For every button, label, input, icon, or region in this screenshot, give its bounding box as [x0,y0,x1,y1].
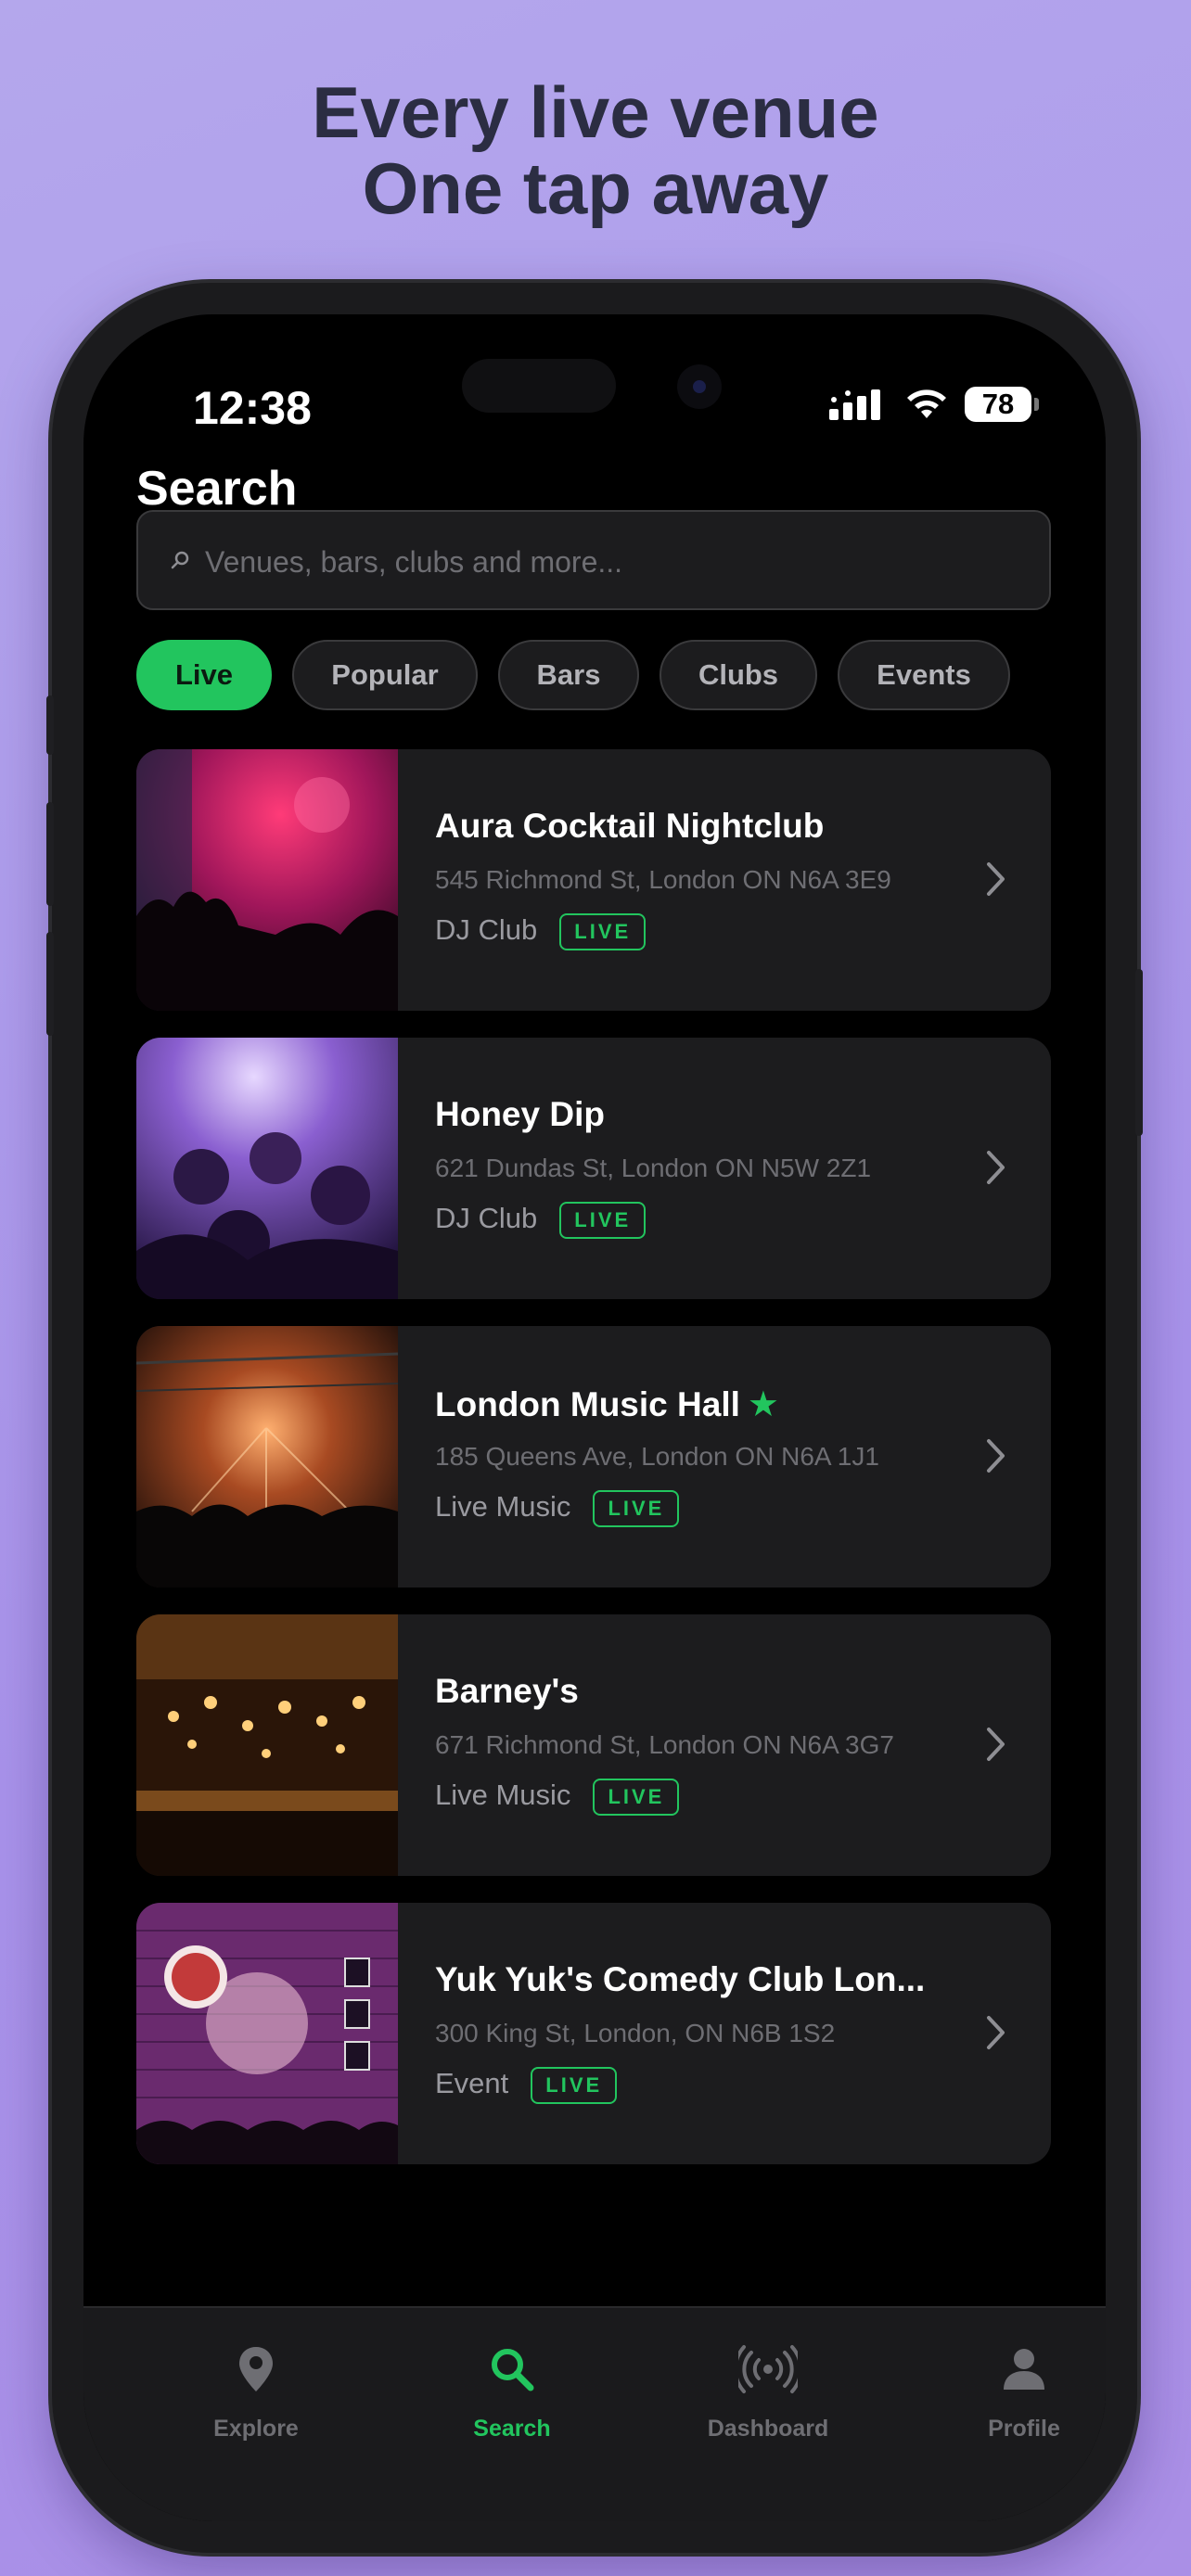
cellular-signal-icon [829,389,880,420]
tab-label: Explore [213,2416,299,2442]
venue-category-row: DJ Club LIVE [435,1202,647,1239]
venue-address: 545 Richmond St, London ON N6A 3E9 [435,865,891,894]
venue-category-row: DJ Club LIVE [435,913,647,950]
venue-category-row: Live Music LIVE [435,1490,680,1527]
venue-name: London Music Hall [435,1385,740,1423]
status-bar: 12:38 78 [83,314,1106,435]
search-input[interactable] [203,536,1023,588]
venue-card[interactable]: London Music Hall ★ 185 Queens Ave, Londo… [136,1326,1051,1588]
headline-line-2: One tap away [362,147,829,229]
venue-photo [136,1326,398,1588]
marketing-headline: Every live venue One tap away [0,74,1191,226]
venue-info: Barney's 671 Richmond St, London ON N6A … [435,1614,992,1876]
live-badge: LIVE [593,1490,680,1527]
venue-address: 621 Dundas St, London ON N5W 2Z1 [435,1154,872,1182]
live-badge: LIVE [559,913,647,950]
filter-chip-clubs[interactable]: Clubs [660,640,817,710]
venue-info: Yuk Yuk's Comedy Club Lon... 300 King St… [435,1903,992,2164]
power-button [1135,969,1143,1136]
filter-chip-popular[interactable]: Popular [292,640,478,710]
venue-category: DJ Club [435,913,538,947]
venue-photo [136,1038,398,1299]
venue-name-row: London Music Hall ★ [435,1384,779,1425]
bottom-tab-bar: Explore Search Dashboard Profile [83,2306,1106,2521]
map-pin-icon [239,2347,273,2391]
venue-address: 671 Richmond St, London ON N6A 3G7 [435,1730,894,1759]
venue-card[interactable]: Honey Dip 621 Dundas St, London ON N5W 2… [136,1038,1051,1299]
mute-switch [46,695,54,755]
venue-photo [136,1614,398,1876]
tab-search[interactable]: Search [419,2343,605,2473]
chevron-right-icon [987,2016,1005,2049]
broadcast-icon [738,2345,798,2393]
chevron-right-icon [987,1439,1005,1473]
search-icon [492,2349,534,2391]
tab-label: Profile [988,2416,1060,2442]
venue-category-row: Event LIVE [435,2067,618,2104]
chevron-right-icon [987,862,1005,896]
tab-label: Dashboard [707,2416,829,2442]
person-icon [1004,2349,1044,2390]
wifi-icon [907,389,946,418]
tab-label: Search [473,2416,551,2442]
venue-info: Honey Dip 621 Dundas St, London ON N5W 2… [435,1038,992,1299]
venue-card[interactable]: Barney's 671 Richmond St, London ON N6A … [136,1614,1051,1876]
venue-photo [136,1903,398,2164]
venue-name: Aura Cocktail Nightclub [435,807,825,845]
venue-category: Live Music [435,1779,571,1812]
featured-star-icon: ★ [747,1385,779,1424]
live-badge: LIVE [531,2067,618,2104]
venue-name: Honey Dip [435,1095,605,1133]
chevron-right-icon [987,1151,1005,1184]
status-time: 12:38 [193,382,312,434]
venue-name: Yuk Yuk's Comedy Club Lon... [435,1960,926,1998]
filter-chip-live[interactable]: Live [136,640,272,710]
venue-info: London Music Hall ★ 185 Queens Ave, Londo… [435,1326,992,1588]
tab-explore[interactable]: Explore [163,2343,349,2473]
battery-icon: 78 [965,387,1039,422]
filter-chip-bars[interactable]: Bars [498,640,639,710]
camera-icon [677,364,722,409]
venue-address: 185 Queens Ave, London ON N6A 1J1 [435,1442,879,1471]
tab-dashboard[interactable]: Dashboard [675,2343,861,2473]
tab-profile[interactable]: Profile [931,2343,1106,2473]
page-title: Search [136,462,298,516]
venue-card[interactable]: Yuk Yuk's Comedy Club Lon... 300 King St… [136,1903,1051,2164]
dynamic-island [462,359,616,413]
venue-info: Aura Cocktail Nightclub 545 Richmond St,… [435,749,992,1011]
venue-category-row: Live Music LIVE [435,1779,680,1816]
volume-down-button [46,932,54,1036]
search-icon [171,551,189,569]
venue-category: DJ Club [435,1202,538,1235]
venue-photo [136,749,398,1011]
phone-frame: 12:38 78 Search Venues, bars, clubs and … [46,283,1143,2553]
venue-category: Event [435,2067,509,2100]
venue-category: Live Music [435,1490,571,1524]
venue-name: Barney's [435,1672,579,1710]
filter-chip-events[interactable]: Events [838,640,1010,710]
search-bar[interactable] [136,510,1051,610]
app-screen: 12:38 78 Search Venues, bars, clubs and … [83,314,1106,2521]
chevron-right-icon [987,1728,1005,1761]
live-badge: LIVE [593,1779,680,1816]
live-badge: LIVE [559,1202,647,1239]
headline-line-1: Every live venue [312,71,879,153]
venue-card[interactable]: Aura Cocktail Nightclub 545 Richmond St,… [136,749,1051,1011]
venue-address: 300 King St, London, ON N6B 1S2 [435,2019,836,2047]
volume-up-button [46,802,54,906]
